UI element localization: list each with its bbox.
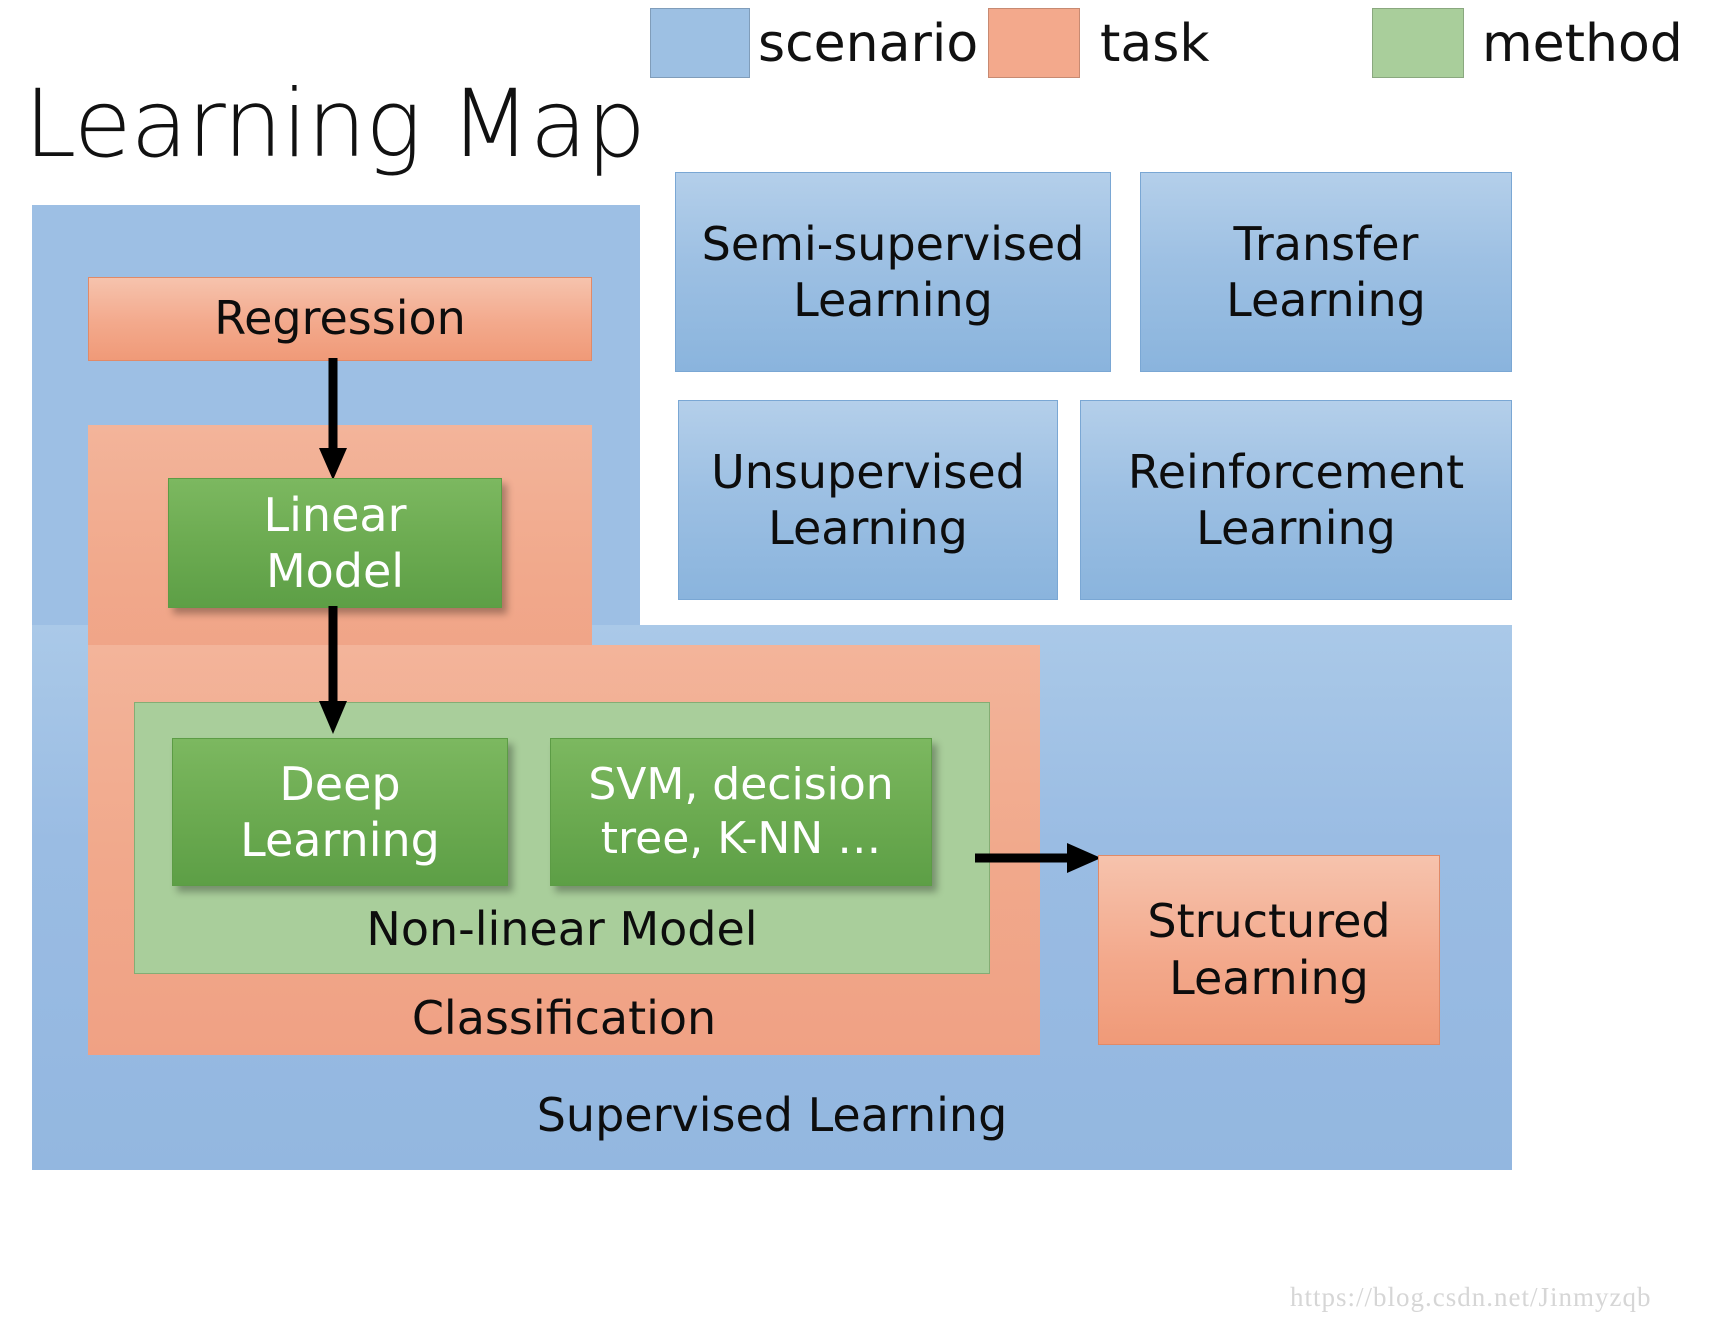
watermark: https://blog.csdn.net/Jinmyzqb — [1290, 1282, 1652, 1312]
linear-model-box[interactable]: Linear Model — [168, 478, 502, 608]
regression-label: Regression — [214, 291, 466, 346]
semi-supervised-learning-label: Semi-supervised Learning — [701, 216, 1085, 327]
arrow-regression-to-linear-model — [319, 358, 347, 480]
learning-map-diagram: scenario task method Learning Map Superv… — [0, 0, 1732, 1320]
legend-label-scenario: scenario — [758, 14, 979, 74]
unsupervised-learning-box[interactable]: Unsupervised Learning — [678, 400, 1058, 600]
svm-decision-tree-knn-box[interactable]: SVM, decision tree, K-NN … — [550, 738, 932, 886]
page-title: Learning Map — [24, 70, 646, 179]
transfer-learning-label: Transfer Learning — [1226, 216, 1426, 327]
svm-decision-tree-knn-label: SVM, decision tree, K-NN … — [588, 759, 894, 864]
reinforcement-learning-label: Reinforcement Learning — [1127, 444, 1465, 555]
arrow-linear-model-to-deep-learning — [319, 606, 347, 734]
regression-box[interactable]: Regression — [88, 277, 592, 361]
supervised-learning-label: Supervised Learning — [536, 1088, 1008, 1142]
non-linear-model-label: Non-linear Model — [366, 902, 758, 956]
deep-learning-label: Deep Learning — [240, 756, 440, 867]
semi-supervised-learning-box[interactable]: Semi-supervised Learning — [675, 172, 1111, 372]
legend-label-method: method — [1482, 14, 1683, 74]
structured-learning-box[interactable]: Structured Learning — [1098, 855, 1440, 1045]
linear-model-label: Linear Model — [263, 487, 407, 598]
reinforcement-learning-box[interactable]: Reinforcement Learning — [1080, 400, 1512, 600]
structured-learning-label: Structured Learning — [1147, 893, 1391, 1006]
transfer-learning-box[interactable]: Transfer Learning — [1140, 172, 1512, 372]
legend-swatch-scenario — [650, 8, 750, 78]
legend-label-task: task — [1100, 14, 1210, 74]
legend-swatch-method — [1372, 8, 1464, 78]
arrow-svm-to-structured-learning — [975, 843, 1101, 873]
deep-learning-box[interactable]: Deep Learning — [172, 738, 508, 886]
unsupervised-learning-label: Unsupervised Learning — [711, 444, 1025, 555]
classification-label: Classification — [411, 991, 717, 1045]
legend-swatch-task — [988, 8, 1080, 78]
